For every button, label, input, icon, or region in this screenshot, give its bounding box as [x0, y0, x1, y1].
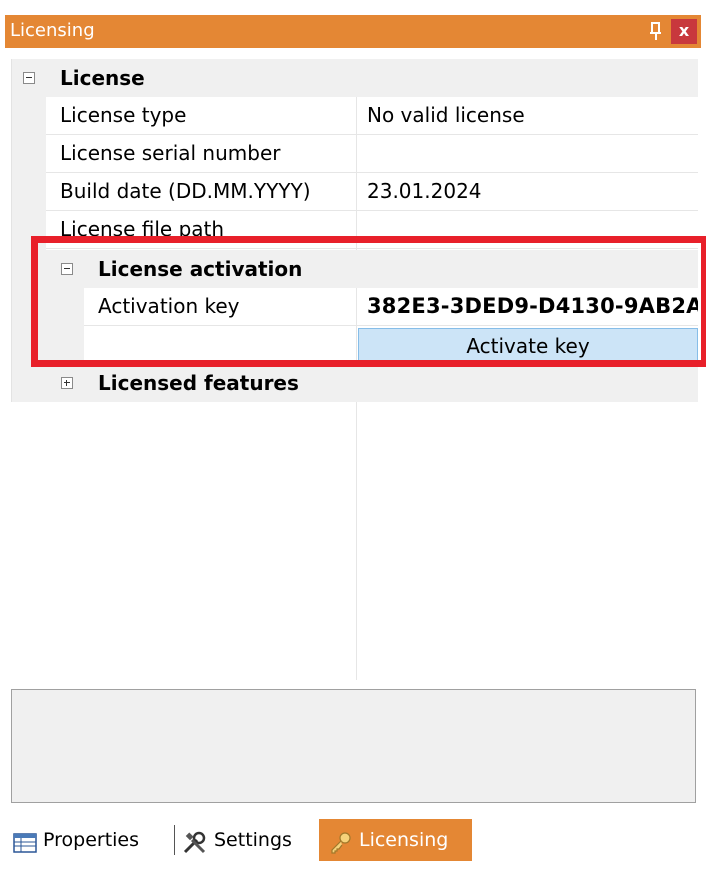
- description-panel: [11, 689, 696, 803]
- property-row[interactable]: License serial number: [12, 135, 698, 173]
- property-name: Build date (DD.MM.YYYY): [46, 173, 356, 211]
- tab-separator: [174, 825, 175, 855]
- property-name: License serial number: [46, 135, 356, 173]
- tab-label: Settings: [214, 829, 292, 851]
- property-name: Activation key: [84, 288, 356, 326]
- property-name: License file path: [46, 211, 356, 249]
- category-label: License: [60, 66, 145, 90]
- property-value[interactable]: 23.01.2024: [357, 173, 698, 211]
- category-label: Licensed features: [98, 371, 299, 395]
- collapse-icon[interactable]: [23, 72, 35, 84]
- property-grid: License License type No valid license Li…: [11, 59, 698, 680]
- tab-strip: Properties Settings Licensing: [11, 819, 706, 861]
- key-icon: [329, 828, 353, 854]
- property-value[interactable]: No valid license: [357, 97, 698, 135]
- category-label: License activation: [98, 257, 303, 281]
- close-button[interactable]: x: [671, 19, 697, 44]
- tab-label: Properties: [43, 829, 140, 851]
- panel-titlebar: Licensing x: [5, 15, 701, 48]
- tab-settings[interactable]: Settings: [180, 819, 320, 861]
- category-license[interactable]: License: [12, 59, 698, 97]
- category-licensed-features[interactable]: Licensed features: [46, 364, 698, 402]
- property-name: License type: [46, 97, 356, 135]
- property-row[interactable]: Build date (DD.MM.YYYY) 23.01.2024: [12, 173, 698, 211]
- activation-key-field[interactable]: 382E3-3DED9-D4130-9AB2A: [357, 288, 698, 326]
- collapse-icon[interactable]: [61, 263, 73, 275]
- property-row-activation-key[interactable]: Activation key 382E3-3DED9-D4130-9AB2A: [12, 288, 698, 326]
- table-icon: [13, 828, 37, 853]
- tab-licensing[interactable]: Licensing: [319, 819, 472, 861]
- tab-properties[interactable]: Properties: [11, 819, 171, 861]
- property-row[interactable]: License type No valid license: [12, 97, 698, 135]
- property-row[interactable]: License file path: [12, 211, 698, 249]
- activate-key-button[interactable]: Activate key: [358, 328, 698, 364]
- property-value[interactable]: [357, 211, 698, 249]
- panel-title: Licensing: [10, 20, 95, 41]
- property-value[interactable]: [357, 135, 698, 173]
- expand-icon[interactable]: [61, 377, 73, 389]
- category-license-activation[interactable]: License activation: [46, 250, 698, 288]
- pin-icon[interactable]: [649, 20, 663, 42]
- tools-icon: [182, 828, 206, 854]
- tab-label: Licensing: [359, 829, 449, 851]
